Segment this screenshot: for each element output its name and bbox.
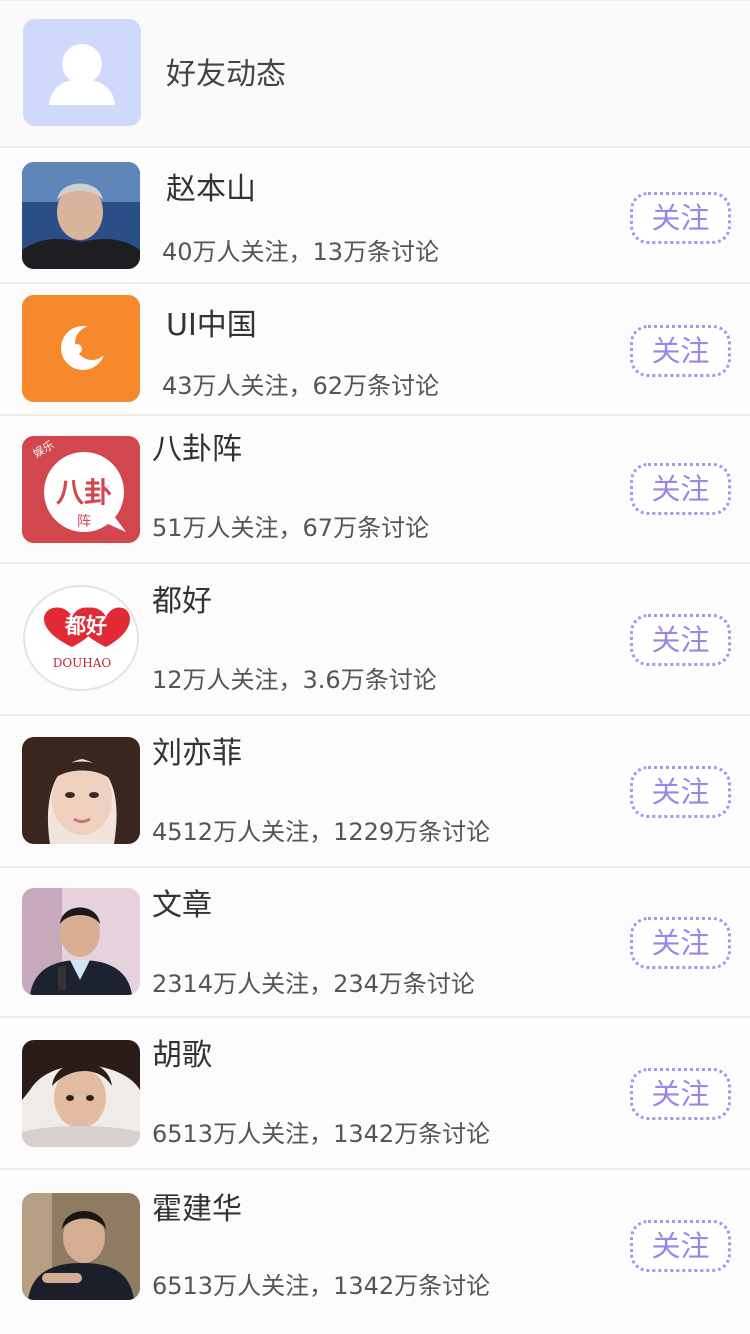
list-item[interactable]: 都好 DOUHAO 都好 12万人关注，3.6万条讨论 关注 xyxy=(0,564,750,716)
list-item[interactable]: 霍建华 6513万人关注，1342万条讨论 关注 xyxy=(0,1170,750,1334)
follow-button[interactable]: 关注 xyxy=(630,192,731,244)
item-name: 霍建华 xyxy=(152,1192,242,1227)
svg-text:阵: 阵 xyxy=(77,514,91,530)
avatar xyxy=(22,1193,140,1300)
friend-activity-row[interactable]: 好友动态 xyxy=(0,0,750,148)
item-name: 胡歌 xyxy=(152,1038,212,1073)
item-name: 刘亦菲 xyxy=(152,736,242,771)
crescent-logo-icon xyxy=(22,295,140,402)
douhao-logo: 都好 DOUHAO xyxy=(22,585,140,692)
svg-text:DOUHAO: DOUHAO xyxy=(53,656,112,670)
follow-button[interactable]: 关注 xyxy=(630,1068,731,1120)
follow-button[interactable]: 关注 xyxy=(630,325,731,377)
avatar xyxy=(22,162,140,269)
item-name: 都好 xyxy=(152,584,212,619)
list-item[interactable]: UI中国 43万人关注，62万条讨论 关注 xyxy=(0,284,750,416)
follow-button[interactable]: 关注 xyxy=(630,614,731,666)
item-stats: 51万人关注，67万条讨论 xyxy=(152,514,430,542)
bagua-logo: 八卦 阵 娱乐 xyxy=(22,436,140,543)
list-item[interactable]: 刘亦菲 4512万人关注，1229万条讨论 关注 xyxy=(0,716,750,868)
item-name: 赵本山 xyxy=(166,172,256,207)
follow-button[interactable]: 关注 xyxy=(630,766,731,818)
item-stats: 4512万人关注，1229万条讨论 xyxy=(152,818,491,846)
item-stats: 2314万人关注，234万条讨论 xyxy=(152,970,475,998)
follow-button[interactable]: 关注 xyxy=(630,917,731,969)
svg-text:都好: 都好 xyxy=(64,614,107,638)
item-name: UI中国 xyxy=(166,308,257,343)
page: 好友动态 赵本山 40万人关注，13万条讨论 关注 UI中国 43万人关注，62… xyxy=(0,0,750,1334)
item-stats: 6513万人关注，1342万条讨论 xyxy=(152,1272,491,1300)
avatar xyxy=(22,888,140,995)
friend-activity-title: 好友动态 xyxy=(166,57,286,92)
list-item[interactable]: 赵本山 40万人关注，13万条讨论 关注 xyxy=(0,150,750,284)
item-name: 文章 xyxy=(152,888,212,923)
item-stats: 12万人关注，3.6万条讨论 xyxy=(152,666,437,694)
item-stats: 43万人关注，62万条讨论 xyxy=(162,372,440,400)
avatar xyxy=(22,1040,140,1147)
follow-button[interactable]: 关注 xyxy=(630,1220,731,1272)
follow-button[interactable]: 关注 xyxy=(630,463,731,515)
list-item[interactable]: 八卦 阵 娱乐 八卦阵 51万人关注，67万条讨论 关注 xyxy=(0,416,750,564)
list-item[interactable]: 文章 2314万人关注，234万条讨论 关注 xyxy=(0,868,750,1018)
item-stats: 40万人关注，13万条讨论 xyxy=(162,238,440,266)
svg-text:八卦: 八卦 xyxy=(56,476,112,509)
item-stats: 6513万人关注，1342万条讨论 xyxy=(152,1120,491,1148)
list-item[interactable]: 胡歌 6513万人关注，1342万条讨论 关注 xyxy=(0,1018,750,1170)
item-name: 八卦阵 xyxy=(152,432,242,467)
avatar xyxy=(22,737,140,844)
person-silhouette-icon xyxy=(23,19,141,126)
